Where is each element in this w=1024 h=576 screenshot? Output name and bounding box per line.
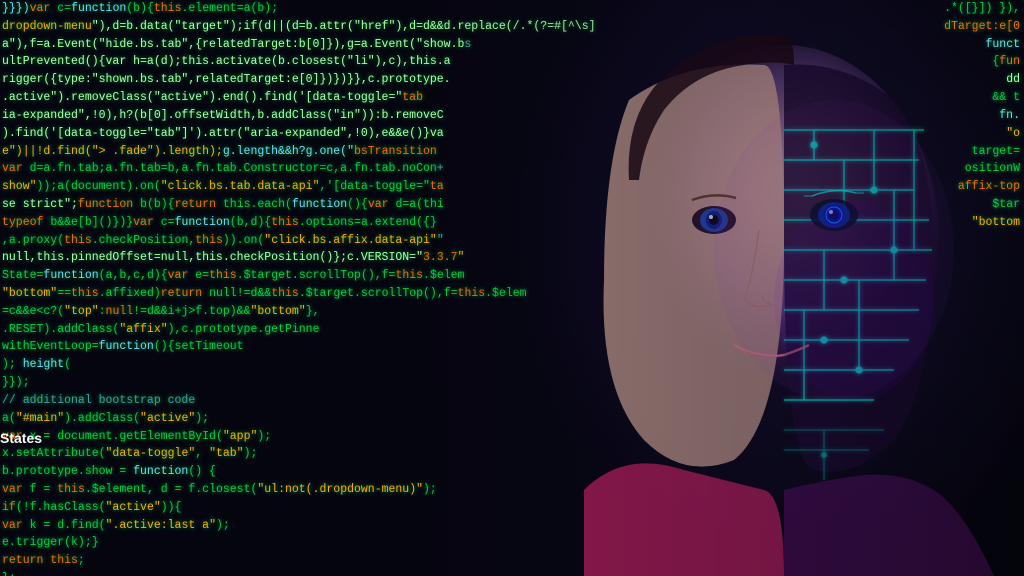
code-line-right: $tar (704, 196, 1024, 214)
code-line-right: target= (704, 143, 1024, 161)
code-line-right: dd (704, 71, 1024, 89)
code-line-right: "bottom (704, 214, 1024, 232)
code-line-right: fn. (704, 107, 1024, 125)
code-line-right: funct (704, 36, 1024, 54)
code-line-right: dTarget:e[0 (704, 18, 1024, 36)
code-line-right: "o (704, 125, 1024, 143)
code-right: .*([}]) }), dTarget:e[0 funct {fun dd &&… (704, 0, 1024, 576)
code-line-right: affix-top (704, 178, 1024, 196)
code-line-right: && t (704, 89, 1024, 107)
code-line-right: {fun (704, 53, 1024, 71)
states-label: States (0, 430, 42, 446)
scene: }}})var c=function(b){this.element=a(b);… (0, 0, 1024, 576)
code-line-right: .*([}]) }), (704, 0, 1024, 18)
code-line-right: ositionW (704, 160, 1024, 178)
